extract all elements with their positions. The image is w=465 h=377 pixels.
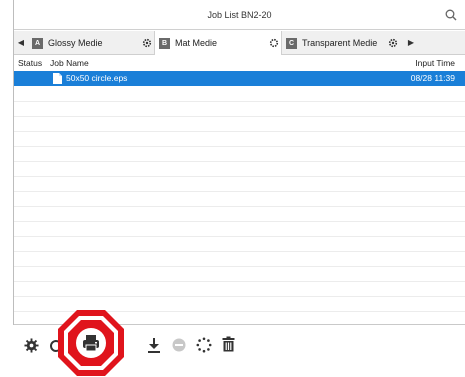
job-list-header: Status Job Name Input Time xyxy=(14,56,465,70)
empty-row xyxy=(14,207,465,222)
empty-row xyxy=(14,267,465,282)
tab-scroll-right-icon[interactable]: ▶ xyxy=(406,37,416,49)
empty-row xyxy=(14,162,465,177)
column-status[interactable]: Status xyxy=(18,58,42,68)
empty-row xyxy=(14,192,465,207)
empty-row xyxy=(14,282,465,297)
empty-row xyxy=(14,132,465,147)
empty-row xyxy=(14,147,465,162)
title-bar: Job List BN2-20 xyxy=(14,0,465,30)
window-title: Job List BN2-20 xyxy=(207,10,272,20)
gear-icon[interactable] xyxy=(142,38,152,48)
queue-tab-bar: ◀ A Glossy Medie B Mat Medie C Transpare… xyxy=(14,31,465,55)
gear-icon[interactable] xyxy=(24,338,39,353)
empty-row xyxy=(14,252,465,267)
queue-letter-badge: C xyxy=(286,37,297,49)
tab-mat-medie[interactable]: B Mat Medie xyxy=(154,31,282,55)
queue-letter-badge: A xyxy=(32,37,43,49)
tab-transparent-medie[interactable]: C Transparent Medie xyxy=(282,31,404,55)
download-icon[interactable] xyxy=(147,337,161,353)
cancel-icon[interactable] xyxy=(172,338,186,352)
file-icon xyxy=(53,73,62,84)
empty-row xyxy=(14,237,465,252)
gear-icon[interactable] xyxy=(388,38,398,48)
loading-icon[interactable] xyxy=(196,337,212,353)
job-input-time: 08/28 11:39 xyxy=(410,73,455,83)
empty-row xyxy=(14,117,465,132)
column-input-time[interactable]: Input Time xyxy=(415,58,455,68)
tab-glossy-medie[interactable]: A Glossy Medie xyxy=(28,31,154,55)
column-job-name[interactable]: Job Name xyxy=(50,58,89,68)
job-row[interactable]: 50x50 circle.eps 08/28 11:39 xyxy=(14,71,465,86)
gear-icon[interactable] xyxy=(269,38,279,48)
job-list: 50x50 circle.eps 08/28 11:39 xyxy=(14,71,465,323)
tab-label: Glossy Medie xyxy=(48,38,103,48)
empty-row xyxy=(14,222,465,237)
tab-scroll-left-icon[interactable]: ◀ xyxy=(16,37,26,49)
queue-letter-badge: B xyxy=(159,37,170,49)
job-name: 50x50 circle.eps xyxy=(66,73,128,83)
empty-row xyxy=(14,102,465,117)
tab-label: Mat Medie xyxy=(175,38,218,48)
empty-row xyxy=(14,87,465,102)
print-icon[interactable] xyxy=(80,332,102,354)
empty-row xyxy=(14,177,465,192)
trash-icon[interactable] xyxy=(222,336,235,352)
search-icon[interactable] xyxy=(445,9,457,21)
tab-label: Transparent Medie xyxy=(302,38,378,48)
job-toolbar xyxy=(14,310,465,377)
